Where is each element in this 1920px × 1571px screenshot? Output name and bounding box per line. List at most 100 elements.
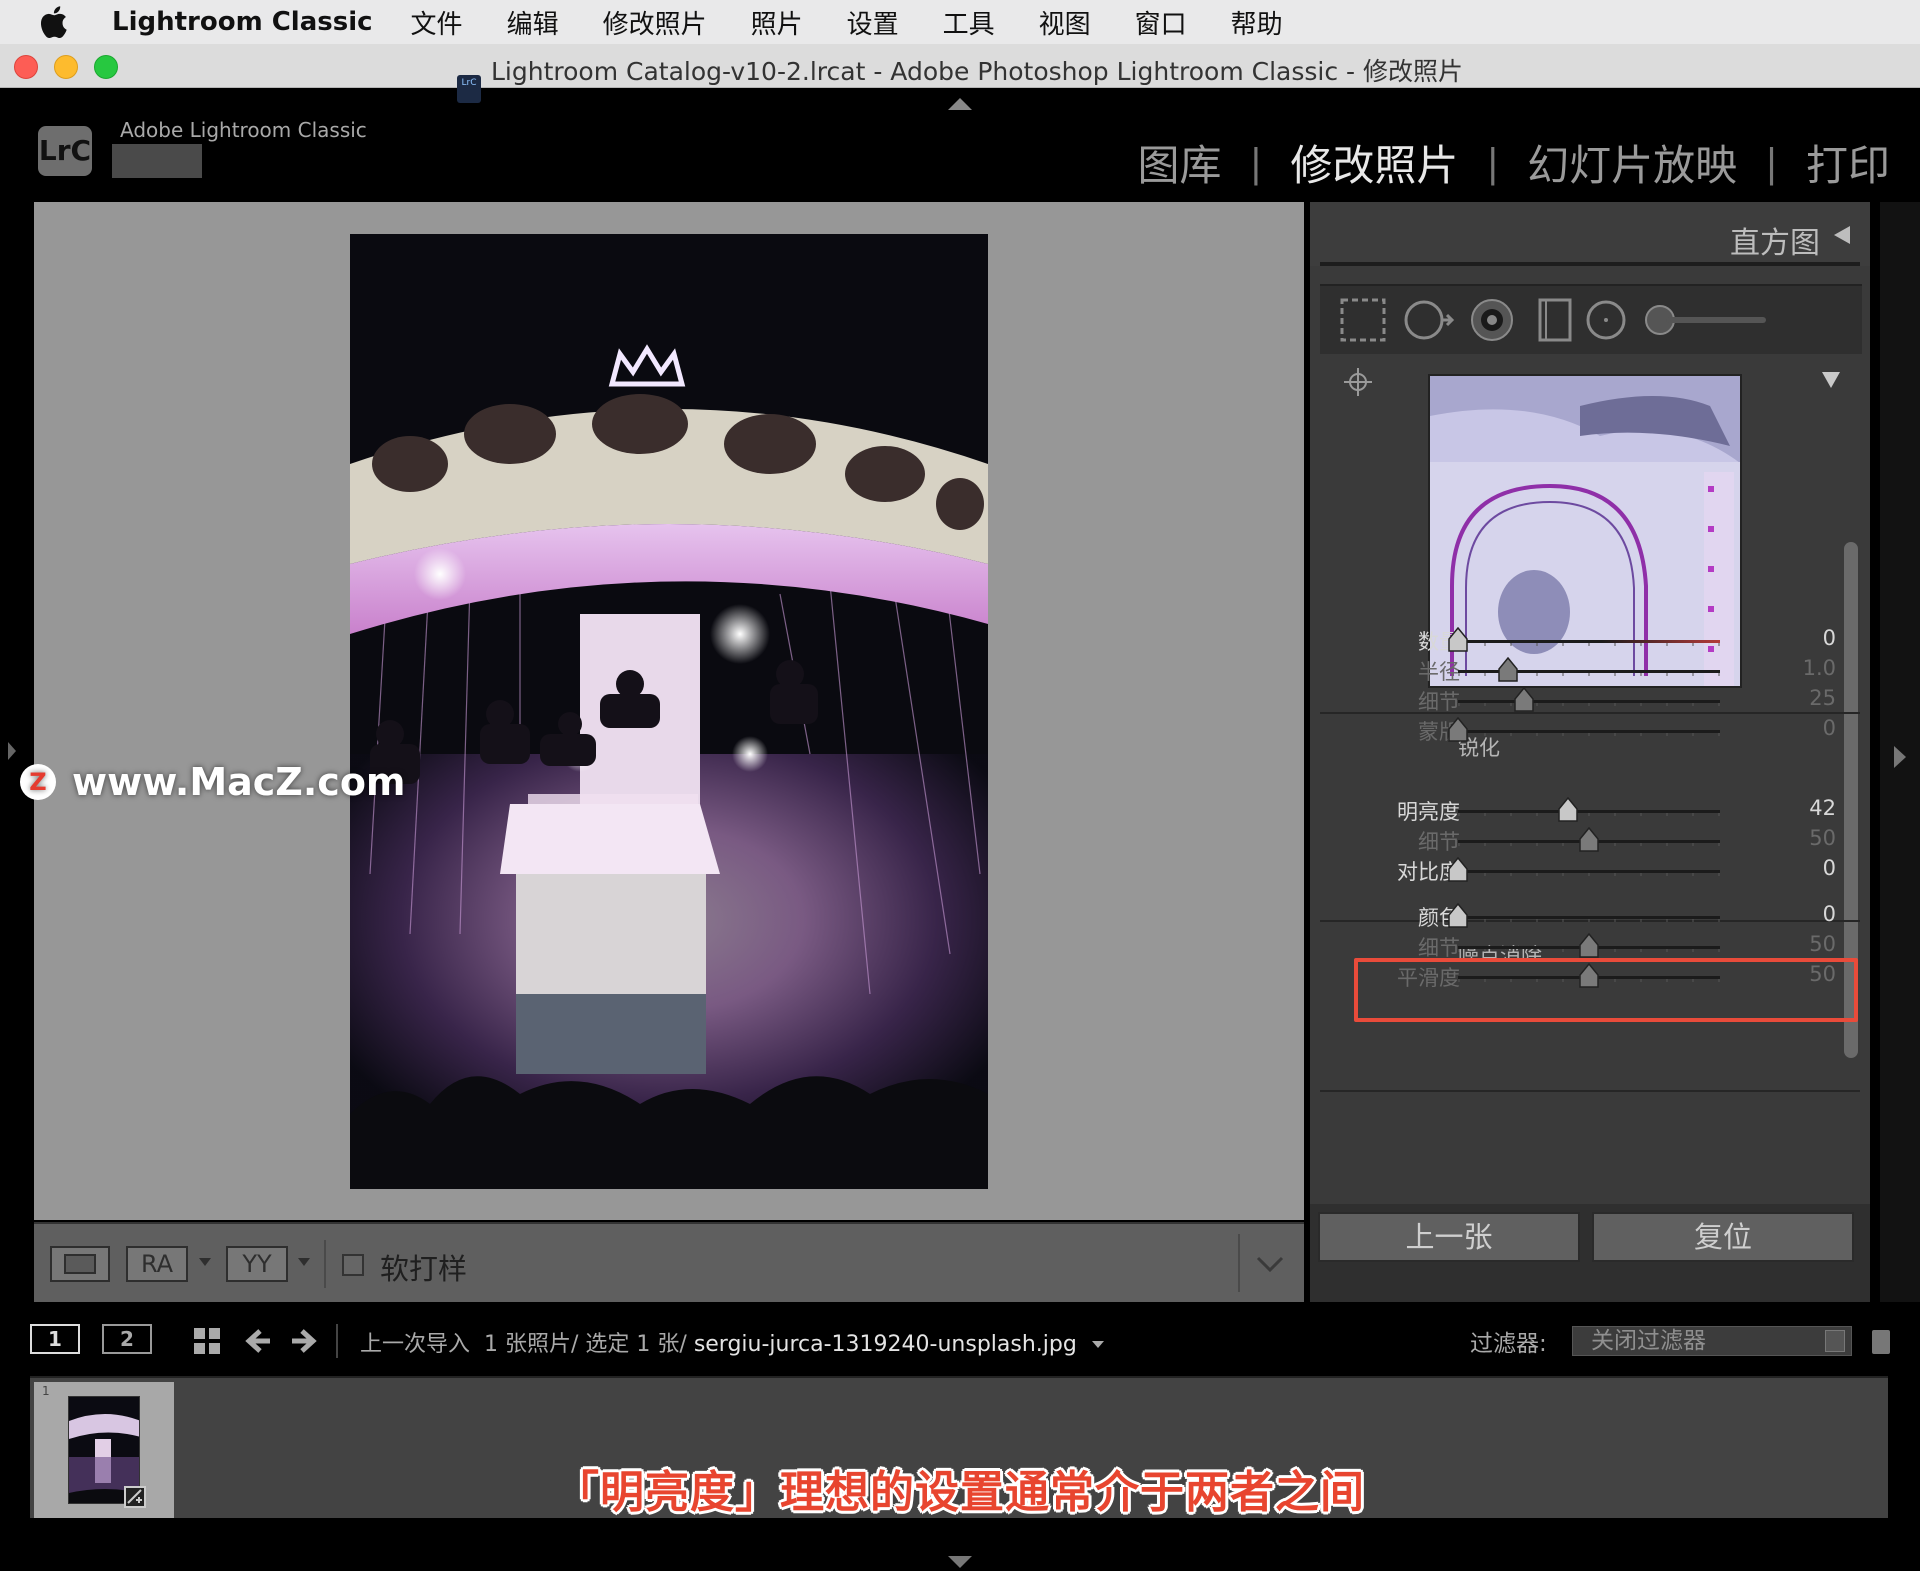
- bottom-panel-toggle-icon[interactable]: [948, 1556, 972, 1568]
- slider-thumb[interactable]: [1447, 856, 1469, 883]
- crop-tool-icon[interactable]: [1340, 298, 1386, 342]
- adjustment-brush-icon[interactable]: [1645, 305, 1766, 335]
- spot-removal-icon[interactable]: [1404, 300, 1455, 340]
- watermark-text: www.MacZ.com: [72, 760, 406, 804]
- grid-view-icon[interactable]: [192, 1326, 222, 1356]
- before-after-copy-button[interactable]: YY: [226, 1246, 288, 1282]
- menu-edit[interactable]: 编辑: [507, 4, 559, 41]
- right-panel-toggle-icon[interactable]: [1894, 746, 1906, 768]
- lrc-logo: LrC: [38, 126, 92, 176]
- title-bar: LrC Lightroom Catalog-v10-2.lrcat - Adobe…: [0, 44, 1920, 103]
- catalog-doc-icon: LrC: [456, 75, 481, 103]
- main-photo[interactable]: [350, 234, 988, 1189]
- left-panel-toggle-icon[interactable]: [8, 742, 16, 760]
- slider-track[interactable]: [1458, 810, 1720, 813]
- menu-window[interactable]: 窗口: [1135, 4, 1187, 41]
- menu-settings[interactable]: 设置: [847, 4, 899, 41]
- top-panel-toggle-icon[interactable]: [948, 98, 972, 110]
- menu-tools[interactable]: 工具: [943, 4, 995, 41]
- radial-filter-icon[interactable]: [1586, 300, 1626, 340]
- source-menu-icon[interactable]: [1091, 1341, 1104, 1348]
- loupe-view-icon: [64, 1254, 96, 1274]
- slider-thumb[interactable]: [1447, 902, 1469, 929]
- source-info[interactable]: 上一次导入 1 张照片/ 选定 1 张/ sergiu-jurca-131924…: [360, 1326, 1104, 1358]
- slider-thumb[interactable]: [1497, 656, 1519, 683]
- primary-window-button[interactable]: 1: [30, 1324, 80, 1354]
- sharpening-slider-row[interactable]: 半径 1.0: [1310, 656, 1870, 686]
- slider-value[interactable]: 0: [1823, 902, 1836, 926]
- window-title: LrC Lightroom Catalog-v10-2.lrcat - Adobe…: [0, 52, 1920, 103]
- slider-thumb[interactable]: [1447, 626, 1469, 653]
- slider-thumb[interactable]: [1578, 826, 1600, 853]
- arrow-left-icon[interactable]: [244, 1326, 274, 1356]
- right-panel: 直方图 锐化 数量 0 半径 1.0 细节 25 蒙版 0 噪点消除 明亮度 4…: [1310, 202, 1870, 1302]
- soft-proof-checkbox[interactable]: [342, 1254, 364, 1276]
- panel-menu-icon[interactable]: [1822, 372, 1840, 388]
- slider-track[interactable]: [1458, 916, 1720, 919]
- module-develop[interactable]: 修改照片: [1290, 132, 1458, 193]
- panel-buttons: 上一张 复位: [1310, 1204, 1870, 1302]
- reset-button[interactable]: 复位: [1592, 1212, 1854, 1262]
- module-separator: |: [1486, 140, 1500, 185]
- filter-lock-icon[interactable]: [1872, 1330, 1890, 1354]
- slider-thumb[interactable]: [1513, 686, 1535, 713]
- slider-track[interactable]: [1458, 700, 1720, 703]
- secondary-window-button[interactable]: 2: [102, 1324, 152, 1354]
- source-name: 上一次导入: [360, 1332, 471, 1357]
- menu-app-name[interactable]: Lightroom Classic: [112, 7, 373, 37]
- apple-icon[interactable]: [38, 5, 68, 39]
- filter-label: 过滤器:: [1470, 1331, 1547, 1357]
- noise-slider-row[interactable]: 明亮度 42: [1310, 796, 1870, 826]
- slider-ticks: [1458, 691, 1720, 706]
- slider-value[interactable]: 0: [1823, 626, 1836, 650]
- menu-file[interactable]: 文件: [411, 4, 463, 41]
- module-picker: 图库 | 修改照片 | 幻灯片放映 | 打印: [1138, 132, 1891, 193]
- slider-track[interactable]: [1458, 640, 1720, 643]
- section-divider: [1320, 1090, 1860, 1092]
- before-after-lr-button[interactable]: RA: [126, 1246, 188, 1282]
- slider-value[interactable]: 25: [1809, 686, 1836, 710]
- slider-value[interactable]: 42: [1809, 796, 1836, 820]
- red-eye-icon[interactable]: [1471, 299, 1513, 341]
- tool-strip: [1320, 284, 1862, 354]
- slider-value[interactable]: 0: [1823, 856, 1836, 880]
- slider-track[interactable]: [1458, 730, 1720, 733]
- toolbar-options-button[interactable]: [1238, 1234, 1294, 1292]
- menu-view[interactable]: 视图: [1039, 4, 1091, 41]
- module-slideshow[interactable]: 幻灯片放映: [1527, 132, 1737, 193]
- color-noise-slider-row[interactable]: 颜色 0: [1310, 902, 1870, 932]
- module-print[interactable]: 打印: [1806, 132, 1890, 193]
- slider-value[interactable]: 1.0: [1803, 656, 1836, 680]
- sharpening-slider-row[interactable]: 蒙版 0: [1310, 716, 1870, 746]
- brand-name: Adobe Lightroom Classic: [120, 118, 367, 142]
- slider-value[interactable]: 50: [1809, 932, 1836, 956]
- tutorial-caption: 「明亮度」理想的设置通常介于两者之间: [555, 1467, 1365, 1518]
- menu-photo[interactable]: 照片: [751, 4, 803, 41]
- before-after-lr-menu-icon[interactable]: [199, 1258, 211, 1266]
- before-after-copy-menu-icon[interactable]: [298, 1258, 310, 1266]
- module-library[interactable]: 图库: [1138, 132, 1222, 193]
- highlight-box: [1354, 958, 1858, 1022]
- slider-track[interactable]: [1458, 870, 1720, 873]
- target-adjust-icon[interactable]: [1344, 368, 1372, 396]
- graduated-filter-icon[interactable]: [1538, 298, 1572, 342]
- photo-count: 1 张照片/ 选定 1 张/: [484, 1332, 687, 1357]
- menu-help[interactable]: 帮助: [1231, 4, 1283, 41]
- slider-value[interactable]: 0: [1823, 716, 1836, 740]
- noise-slider-row[interactable]: 对比度 0: [1310, 856, 1870, 886]
- previous-button[interactable]: 上一张: [1318, 1212, 1580, 1262]
- histogram-header[interactable]: 直方图: [1310, 202, 1870, 266]
- arrow-right-icon[interactable]: [288, 1326, 318, 1356]
- histogram-collapse-icon[interactable]: [1834, 226, 1850, 244]
- loupe-view-button[interactable]: [50, 1246, 110, 1282]
- menu-develop[interactable]: 修改照片: [603, 4, 707, 41]
- slider-value[interactable]: 50: [1809, 826, 1836, 850]
- noise-slider-row[interactable]: 细节 50: [1310, 826, 1870, 856]
- slider-thumb[interactable]: [1557, 796, 1579, 823]
- filter-select[interactable]: 关闭过滤器: [1572, 1326, 1852, 1356]
- watermark: Z www.MacZ.com: [20, 760, 406, 804]
- sharpening-slider-row[interactable]: 细节 25: [1310, 686, 1870, 716]
- slider-thumb[interactable]: [1447, 716, 1469, 743]
- slider-thumb[interactable]: [1578, 932, 1600, 959]
- sharpening-slider-row[interactable]: 数量 0: [1310, 626, 1870, 656]
